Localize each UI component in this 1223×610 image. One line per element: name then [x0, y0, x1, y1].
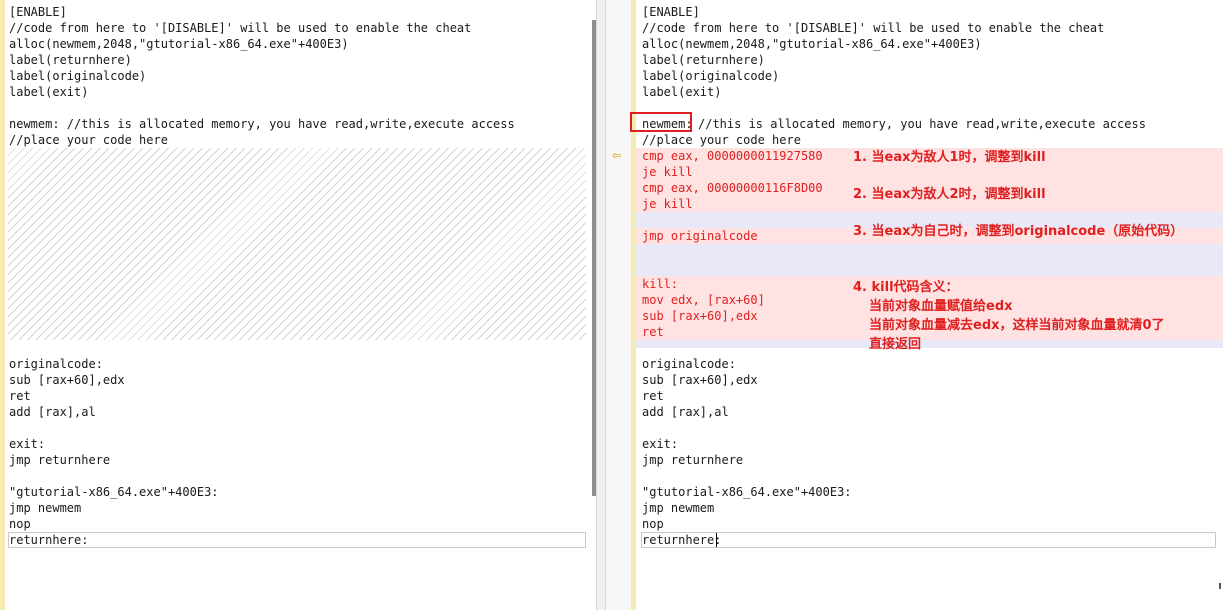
text-caret [716, 533, 717, 547]
left-editor-pane[interactable]: [ENABLE] //code from here to '[DISABLE]'… [0, 0, 596, 610]
code-line: exit: [642, 437, 679, 451]
code-line: [ENABLE] [9, 5, 67, 19]
code-line: returnhere: [642, 533, 722, 547]
code-line: exit: [9, 437, 46, 451]
code-line: ret [642, 389, 664, 403]
code-line: jmp returnhere [9, 453, 111, 467]
code-line: //place your code here [9, 133, 168, 147]
code-line: label(returnhere) [642, 53, 765, 67]
code-line: nop [9, 517, 31, 531]
code-line: sub [rax+60],edx [642, 373, 758, 387]
inserted-code-line: jmp originalcode [642, 229, 758, 243]
code-line: newmem: //this is allocated memory, you … [9, 117, 515, 131]
inserted-code-line: kill: [642, 277, 679, 291]
inserted-code-line: mov edx, [rax+60] [642, 293, 765, 307]
inserted-code-line: ret [642, 325, 664, 339]
code-line: ret [9, 389, 31, 403]
code-comment: //this is allocated memory, you have rea… [698, 117, 1146, 131]
code-line: label(exit) [9, 85, 89, 99]
code-line: jmp returnhere [642, 453, 744, 467]
blank-line-highlight [636, 244, 1223, 276]
code-line: originalcode: [642, 357, 736, 371]
diff-arrow-icon[interactable]: ⇦ [612, 150, 621, 162]
inserted-code-line: cmp eax, 0000000011927580 [642, 149, 823, 163]
code-line: label(returnhere) [9, 53, 132, 67]
code-line: label(originalcode) [642, 69, 780, 83]
code-line: //code from here to '[DISABLE]' will be … [642, 21, 1105, 35]
inserted-code-line: sub [rax+60],edx [642, 309, 758, 323]
code-line: "gtutorial-x86_64.exe"+400E3: [9, 485, 219, 499]
blank-line-highlight [636, 340, 1223, 348]
annotation-note-4-line: 当前对象血量减去edx，这样当前对象血量就清0了 [869, 318, 1165, 333]
code-line: nop [642, 517, 664, 531]
annotation-note-3: 3. 当eax为自己时，调整到originalcode（原始代码） [853, 224, 1184, 239]
code-line: jmp newmem [642, 501, 715, 515]
current-line-box [641, 532, 1216, 548]
code-line: add [rax],al [642, 405, 729, 419]
code-line: originalcode: [9, 357, 103, 371]
code-line: "gtutorial-x86_64.exe"+400E3: [642, 485, 852, 499]
inserted-code-line: je kill [642, 165, 693, 179]
code-line: alloc(newmem,2048,"gtutorial-x86_64.exe"… [642, 37, 982, 51]
code-line: jmp newmem [9, 501, 82, 515]
annotation-note-4-title: 4. kill代码含义： [853, 280, 959, 295]
code-line: [ENABLE] [642, 5, 700, 19]
right-gutter [606, 0, 636, 610]
code-comment: //place your code here [642, 133, 801, 147]
left-gutter [0, 0, 5, 610]
inserted-code-line: je kill [642, 197, 693, 211]
inserted-code-line: cmp eax, 00000000116F8D00 [642, 181, 823, 195]
newmem-highlight-box [630, 112, 692, 132]
code-line: sub [rax+60],edx [9, 373, 125, 387]
code-line: alloc(newmem,2048,"gtutorial-x86_64.exe"… [9, 37, 349, 51]
right-scroll-indicator[interactable] [1219, 583, 1221, 589]
current-line-box [8, 532, 586, 548]
annotation-note-4-line: 当前对象血量赋值给edx [869, 299, 1013, 314]
code-line: returnhere: [9, 533, 89, 547]
pane-splitter[interactable] [596, 0, 606, 610]
annotation-note-1: 1. 当eax为敌人1时，调整到kill [853, 150, 1046, 165]
code-line: add [rax],al [9, 405, 96, 419]
diff-placeholder-hatch [8, 148, 586, 340]
code-line: label(originalcode) [9, 69, 147, 83]
annotation-note-2: 2. 当eax为敌人2时，调整到kill [853, 187, 1046, 202]
annotation-note-4-line: 直接返回 [869, 337, 922, 352]
code-line: label(exit) [642, 85, 722, 99]
code-line: //code from here to '[DISABLE]' will be … [9, 21, 472, 35]
